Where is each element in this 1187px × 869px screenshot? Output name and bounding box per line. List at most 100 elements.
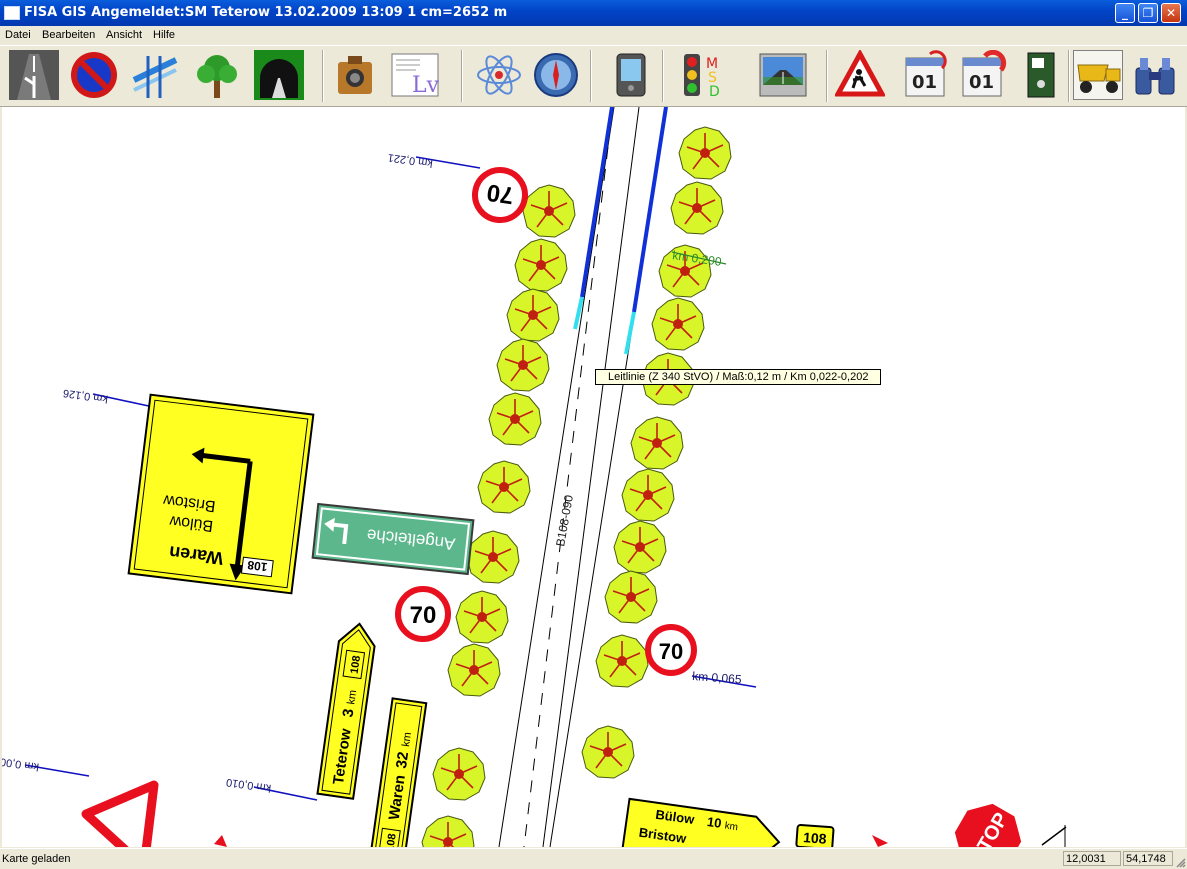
road-monitor-button[interactable]: [758, 50, 808, 100]
maximize-button[interactable]: ❐: [1138, 3, 1158, 23]
status-coord-y: 54,1748: [1123, 851, 1173, 866]
svg-text:32: 32: [393, 751, 412, 770]
bridge-button[interactable]: [130, 50, 180, 100]
teterow-direction-sign: Teterow 3 km 108: [316, 622, 376, 800]
roadworks-button[interactable]: [835, 50, 885, 100]
line-fragment: [1041, 826, 1067, 846]
dump-truck-icon: [1077, 64, 1121, 93]
status-bar: Karte geladen 12,0031 54,1748: [0, 848, 1187, 869]
tree-icon: [197, 55, 237, 98]
buelow-direction-sign: Bülow 10 km Bristow: [621, 797, 781, 847]
menu-datei[interactable]: Datei: [5, 29, 31, 41]
trees: [421, 126, 732, 847]
binder-button[interactable]: [1016, 50, 1066, 100]
svg-text:108: 108: [349, 655, 363, 675]
svg-text:km: km: [400, 731, 414, 747]
binoculars-button[interactable]: [1130, 50, 1180, 100]
menu-bar: Datei Bearbeiten Ansicht Hilfe: [0, 26, 1187, 45]
toolbar-separator: [461, 50, 463, 102]
status-coord-x: 12,0031: [1063, 851, 1121, 866]
lv-button[interactable]: Lv: [390, 50, 440, 100]
svg-text:km: km: [724, 820, 739, 833]
road-lane-button[interactable]: [9, 50, 59, 100]
svg-text:108: 108: [803, 829, 828, 847]
waren-direction-sign: 108 Waren 32 km: [368, 697, 428, 847]
tunnel-icon: [254, 50, 304, 100]
road-monitor-icon: [759, 53, 807, 97]
svg-text:km: km: [345, 689, 359, 705]
direction-board-sign: Waren 108 Bülow Bristow: [127, 393, 315, 595]
svg-text:70: 70: [410, 602, 437, 629]
road-lane-icon: [9, 50, 59, 100]
svg-text:Lv: Lv: [412, 73, 440, 98]
app-icon: [4, 6, 20, 20]
svg-text:10: 10: [706, 814, 722, 831]
traffic-light-msd-icon: MSD: [684, 54, 720, 100]
red-sign-fragment: [214, 835, 227, 847]
give-way-sign: [81, 780, 159, 847]
angelteiche-sign: Angelteiche: [311, 502, 475, 576]
camera-button[interactable]: [330, 50, 380, 100]
pda-icon: [616, 53, 646, 97]
atom-icon: [477, 55, 521, 95]
binoculars-icon: [1135, 58, 1175, 95]
no-parking-icon: [71, 52, 117, 98]
route-shield-108: 108: [795, 823, 835, 847]
km-label-0008: km 0,008: [2, 754, 40, 772]
toolbar-separator: [590, 50, 592, 102]
svg-text:01: 01: [969, 72, 994, 93]
road-label: B108-090: [553, 494, 576, 548]
svg-text:D: D: [709, 84, 720, 100]
compass-icon: [534, 53, 578, 97]
red-sign-fragment: [872, 835, 888, 847]
binder-icon: [1027, 52, 1055, 98]
tunnel-button[interactable]: [254, 50, 304, 100]
menu-ansicht[interactable]: Ansicht: [106, 29, 142, 41]
speed-limit-sign: 70: [645, 624, 697, 676]
km-label-0065: km 0,065: [692, 669, 743, 686]
minimize-button[interactable]: _: [1115, 3, 1135, 23]
status-message: Karte geladen: [2, 853, 71, 865]
bridge-icon: [132, 56, 178, 98]
km-label-0126: km 0,126: [62, 387, 108, 405]
calendar-button[interactable]: 01: [900, 50, 950, 100]
toolbar-separator: [1068, 50, 1070, 102]
calendar-red-button[interactable]: 01: [957, 50, 1007, 100]
edge-line-left: [580, 107, 614, 298]
no-parking-button[interactable]: [69, 50, 119, 100]
close-button[interactable]: ✕: [1161, 3, 1181, 23]
svg-text:01: 01: [912, 72, 937, 93]
speed-limit-sign: 70: [395, 586, 451, 642]
atom-button[interactable]: [474, 50, 524, 100]
svg-text:70: 70: [659, 639, 683, 664]
svg-text:108: 108: [246, 558, 268, 574]
resize-grip-icon[interactable]: [1174, 856, 1186, 868]
calendar-01-red-icon: 01: [962, 50, 1007, 97]
toolbar: Lv MSD 01 01: [0, 45, 1187, 107]
title-bar: FISA GIS Angemeldet:SM Teterow 13.02.200…: [0, 0, 1187, 26]
roadworks-sign-icon: [835, 50, 885, 97]
pda-button[interactable]: [605, 50, 655, 100]
stop-sign: STOP: [952, 801, 1024, 847]
toolbar-separator: [322, 50, 324, 102]
window-title: FISA GIS Angemeldet:SM Teterow 13.02.200…: [24, 5, 508, 20]
map-drawing: B108-090 km 0,221 km 0,200 km 0,126 km 0…: [2, 107, 1067, 847]
svg-text:70: 70: [485, 178, 515, 208]
camera-icon: [338, 56, 372, 94]
calendar-01-icon: 01: [905, 50, 947, 97]
toolbar-separator: [662, 50, 664, 102]
compass-button[interactable]: [531, 50, 581, 100]
map-tooltip: Leitlinie (Z 340 StVO) / Maß:0,12 m / Km…: [595, 369, 882, 385]
km-label-0221: km 0,221: [387, 151, 433, 169]
menu-hilfe[interactable]: Hilfe: [153, 29, 175, 41]
traffic-light-button[interactable]: MSD: [678, 50, 728, 100]
map-canvas[interactable]: B108-090 km 0,221 km 0,200 km 0,126 km 0…: [2, 107, 1185, 847]
svg-text:108: 108: [384, 833, 398, 847]
km-label-0010: km 0,010: [225, 776, 271, 794]
toolbar-separator: [826, 50, 828, 102]
tree-button[interactable]: [192, 50, 242, 100]
dump-truck-button[interactable]: [1073, 50, 1123, 100]
speed-limit-sign: 70: [472, 167, 528, 223]
lv-document-icon: Lv: [391, 53, 440, 98]
menu-bearbeiten[interactable]: Bearbeiten: [42, 29, 95, 41]
